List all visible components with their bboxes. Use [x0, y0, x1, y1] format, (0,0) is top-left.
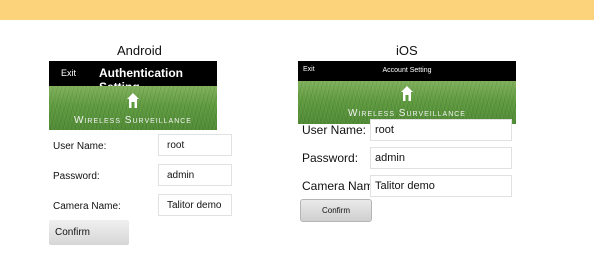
password-field[interactable]: admin	[158, 164, 232, 186]
username-field[interactable]: root	[158, 134, 232, 156]
top-banner-bar	[0, 0, 594, 20]
android-screen: Exit Authentication Setting Wireless Sur…	[49, 61, 239, 251]
home-icon	[400, 85, 414, 108]
screen-title: Account Setting	[382, 67, 432, 74]
camera-name-field[interactable]: Talitor demo	[370, 175, 512, 197]
brand-text: Wireless Surveillance	[74, 115, 192, 126]
confirm-button[interactable]: Confirm	[49, 220, 129, 245]
android-platform-label: Android	[117, 43, 162, 58]
header-bar: Exit Authentication Setting	[49, 61, 217, 94]
password-field[interactable]: admin	[370, 147, 512, 169]
home-icon	[126, 92, 140, 115]
brand-banner: Wireless Surveillance	[49, 86, 217, 130]
username-label: User Name:	[53, 141, 107, 152]
camera-name-field[interactable]: Talitor demo	[158, 194, 232, 216]
ios-platform-label: iOS	[396, 43, 418, 58]
ios-screen: Exit Account Setting Wireless Surveillan…	[298, 61, 518, 231]
camera-name-label: Camera Name:	[53, 201, 121, 212]
password-label: Password:	[302, 151, 359, 165]
username-field[interactable]: root	[370, 119, 512, 141]
exit-button[interactable]: Exit	[61, 68, 76, 78]
brand-text: Wireless Surveillance	[348, 108, 466, 119]
header-bar: Exit Account Setting	[298, 61, 516, 81]
username-label: User Name:	[302, 123, 367, 137]
password-label: Password:	[53, 171, 100, 182]
brand-banner: Wireless Surveillance	[298, 81, 516, 124]
confirm-button[interactable]: Confirm	[300, 199, 372, 222]
